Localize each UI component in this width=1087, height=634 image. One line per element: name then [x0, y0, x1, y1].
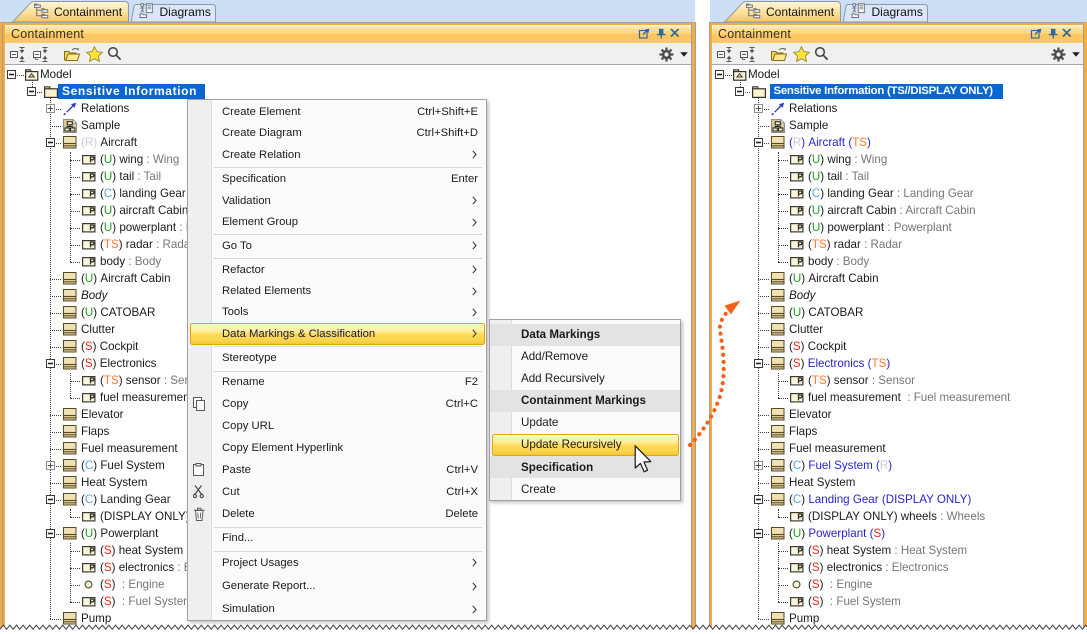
- svg-text:Containment: Containment: [766, 5, 835, 19]
- svg-text:Diagrams: Diagrams: [872, 5, 923, 19]
- svg-text:Containment: Containment: [54, 5, 123, 19]
- svg-text:Diagrams: Diagrams: [160, 5, 211, 19]
